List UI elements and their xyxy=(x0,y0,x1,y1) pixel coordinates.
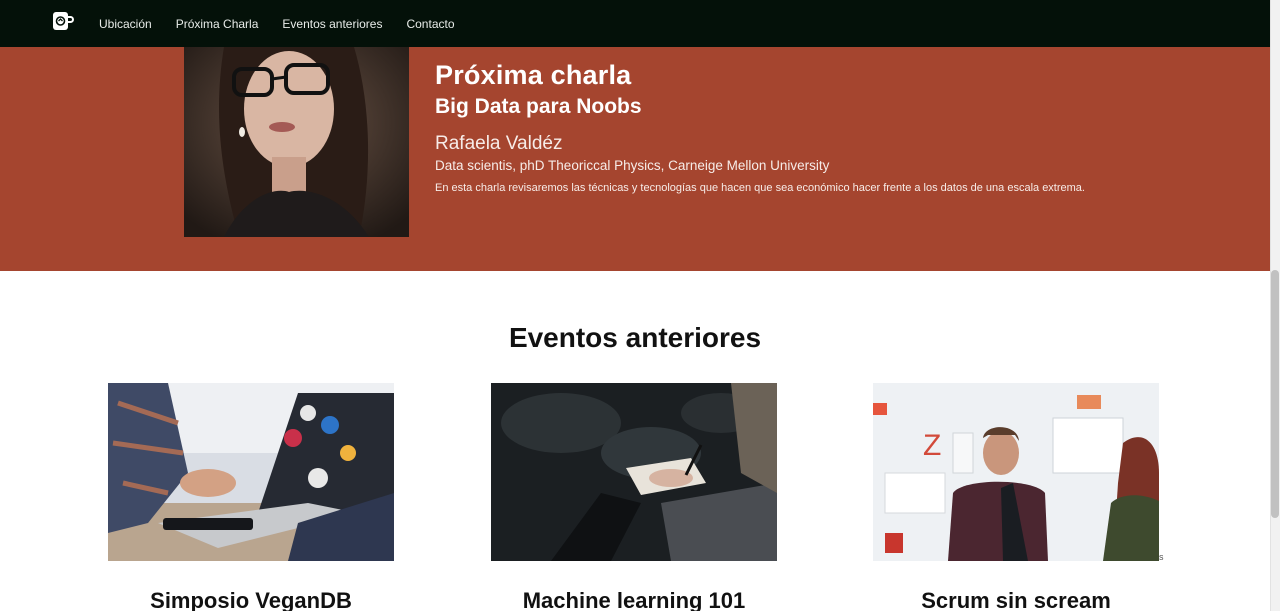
nav-link-eventos-anteriores[interactable]: Eventos anteriores xyxy=(282,17,382,31)
next-talk-title: Próxima charla xyxy=(435,60,632,90)
speaker-photo xyxy=(184,47,409,237)
events-section-title: Eventos anteriores xyxy=(508,322,762,353)
event-card-machine-learning[interactable]: Machine learning 101 xyxy=(491,383,777,611)
stray-text: s xyxy=(1159,552,1164,562)
event-title[interactable]: Scrum sin scream xyxy=(833,588,1199,611)
event-card-vegandb[interactable]: Simposio VeganDB xyxy=(108,383,394,611)
speaker-role: Data scientis, phD Theoriccal Physics, C… xyxy=(435,158,830,173)
event-title[interactable]: Simposio VeganDB xyxy=(68,588,434,611)
nav-link-ubicacion[interactable]: Ubicación xyxy=(99,17,152,31)
nav-links: Ubicación Próxima Charla Eventos anterio… xyxy=(99,0,479,47)
svg-text:Z: Z xyxy=(923,429,941,462)
page-scrollbar[interactable] xyxy=(1270,0,1280,611)
next-talk-details: Próxima charla Big Data para Noobs Rafae… xyxy=(435,59,1235,196)
speaker-name: Rafaela Valdéz xyxy=(435,133,563,154)
talk-title: Big Data para Noobs xyxy=(435,95,642,118)
coffee-mug-logo-icon[interactable] xyxy=(52,10,74,32)
nav-link-contacto[interactable]: Contacto xyxy=(406,17,454,31)
audience-taking-notes-photo xyxy=(491,383,777,561)
talk-description: En esta charla revisaremos las técnicas … xyxy=(435,182,1085,194)
next-talk-section: Próxima charla Big Data para Noobs Rafae… xyxy=(0,47,1270,271)
scrollbar-thumb[interactable] xyxy=(1271,270,1279,518)
nav-link-proxima-charla[interactable]: Próxima Charla xyxy=(176,17,259,31)
top-navbar: Ubicación Próxima Charla Eventos anterio… xyxy=(0,0,1270,47)
event-title[interactable]: Machine learning 101 xyxy=(451,588,817,611)
laptop-with-stickers-photo xyxy=(108,383,394,561)
event-card-scrum[interactable]: Z Scrum sin scream xyxy=(873,383,1159,611)
people-at-whiteboard-photo: Z xyxy=(873,383,1159,561)
